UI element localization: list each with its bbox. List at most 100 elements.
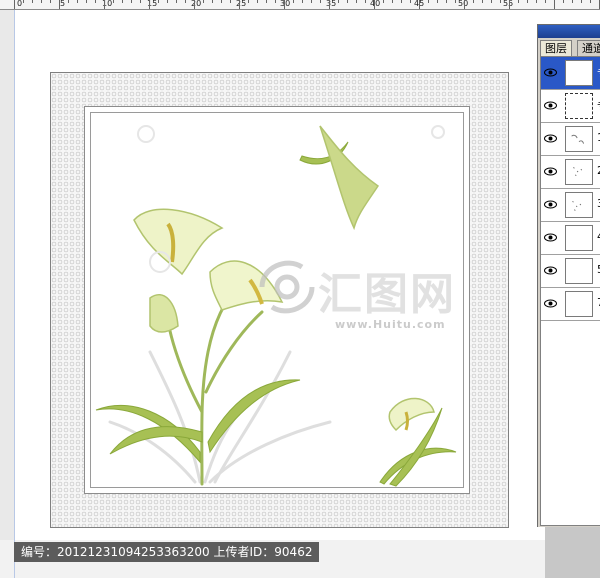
ruler-tick bbox=[563, 0, 564, 3]
ruler-tick bbox=[86, 0, 87, 3]
layer-thumbnail bbox=[565, 225, 593, 251]
visibility-eye-icon[interactable] bbox=[544, 133, 557, 144]
visibility-eye-icon[interactable] bbox=[544, 166, 557, 177]
ruler-tick bbox=[545, 0, 546, 3]
panel-title-bar[interactable] bbox=[538, 25, 600, 38]
ruler-number: 40 bbox=[370, 0, 381, 8]
ruler-number: 30 bbox=[280, 0, 291, 8]
ruler-tick bbox=[437, 0, 438, 3]
ruler-tick bbox=[572, 0, 573, 3]
ruler-tick bbox=[131, 0, 132, 3]
layer-row[interactable]: 4 bbox=[541, 222, 600, 255]
layer-thumbnail bbox=[565, 291, 593, 317]
ruler-number: 35 bbox=[326, 0, 337, 8]
layer-row[interactable]: 3 bbox=[541, 189, 600, 222]
ruler-tick bbox=[194, 0, 195, 9]
ruler-tick bbox=[347, 0, 348, 3]
ruler-tick bbox=[149, 0, 150, 9]
ruler-number: 5 bbox=[60, 0, 66, 8]
ruler-tick bbox=[527, 0, 528, 3]
ruler-tick bbox=[320, 0, 321, 3]
ruler-tick bbox=[374, 0, 375, 9]
ruler-tick bbox=[23, 0, 24, 3]
layer-thumbnail bbox=[565, 93, 593, 119]
layers-list: 专 专 1 2 3 4 5 bbox=[540, 56, 600, 526]
layer-thumbnail bbox=[565, 126, 593, 152]
ruler-number: 20 bbox=[191, 0, 202, 8]
visibility-eye-icon[interactable] bbox=[544, 265, 557, 276]
image-id-bar: 编号：20121231094253363200 上传者ID：90462 bbox=[14, 542, 320, 562]
layer-thumbnail bbox=[565, 60, 593, 86]
tab-channels[interactable]: 通道 bbox=[577, 40, 600, 56]
visibility-eye-icon[interactable] bbox=[544, 100, 557, 111]
ruler-tick bbox=[311, 0, 312, 3]
ruler-tick bbox=[356, 0, 357, 3]
ruler-tick bbox=[14, 0, 15, 9]
ruler-tick bbox=[59, 0, 60, 9]
ruler-tick bbox=[185, 0, 186, 3]
ruler-tick bbox=[248, 0, 249, 3]
layer-thumbnail bbox=[565, 192, 593, 218]
watermark-logo-icon bbox=[259, 260, 315, 314]
ruler-tick bbox=[491, 0, 492, 3]
ruler-tick bbox=[455, 0, 456, 3]
ruler-tick bbox=[401, 0, 402, 3]
layer-row[interactable]: 7 bbox=[541, 288, 600, 321]
ruler-tick bbox=[176, 0, 177, 3]
layer-row[interactable]: 专 bbox=[541, 57, 600, 90]
ruler-tick bbox=[50, 0, 51, 3]
layer-row[interactable]: 专 bbox=[541, 90, 600, 123]
ruler-tick bbox=[275, 0, 276, 3]
ruler-number: 25 bbox=[236, 0, 247, 8]
ruler-tick bbox=[293, 0, 294, 3]
ruler-tick bbox=[41, 0, 42, 3]
guide-line bbox=[14, 10, 15, 578]
ruler-tick bbox=[518, 0, 519, 3]
ruler-tick bbox=[329, 0, 330, 9]
watermark-chinese-text: 汇图网 bbox=[318, 269, 456, 320]
layer-thumbnail bbox=[565, 159, 593, 185]
ruler-tick bbox=[419, 0, 420, 9]
ruler-tick bbox=[581, 0, 582, 3]
ruler-tick bbox=[230, 0, 231, 3]
ruler-tick bbox=[140, 0, 141, 3]
ruler-tick bbox=[167, 0, 168, 3]
ruler-tick bbox=[482, 0, 483, 3]
visibility-eye-icon[interactable] bbox=[544, 232, 557, 243]
layer-row[interactable]: 1 bbox=[541, 123, 600, 156]
ruler-tick bbox=[536, 0, 537, 3]
layers-panel: 图层 通道 专 专 1 2 3 bbox=[537, 24, 600, 527]
visibility-eye-icon[interactable] bbox=[544, 298, 557, 309]
tab-layers[interactable]: 图层 bbox=[540, 40, 572, 56]
watermark-url: www.Huitu.com bbox=[335, 318, 446, 331]
ruler-tick bbox=[95, 0, 96, 3]
ruler-tick bbox=[383, 0, 384, 3]
ruler-tick bbox=[257, 0, 258, 3]
ruler-tick bbox=[32, 0, 33, 3]
ruler-tick bbox=[509, 0, 510, 9]
ruler-tick bbox=[203, 0, 204, 3]
ruler-tick bbox=[239, 0, 240, 9]
ruler-tick bbox=[284, 0, 285, 9]
ruler-tick bbox=[473, 0, 474, 3]
horizontal-ruler: 0 5 10 15 20 25 30 35 40 45 50 55 bbox=[0, 0, 600, 10]
ruler-tick bbox=[212, 0, 213, 3]
ruler-tick bbox=[500, 0, 501, 3]
ruler-tick bbox=[365, 0, 366, 3]
visibility-eye-icon[interactable] bbox=[544, 67, 557, 78]
workspace-margin-left bbox=[0, 10, 14, 578]
layer-row[interactable]: 2 bbox=[541, 156, 600, 189]
ruler-tick bbox=[122, 0, 123, 3]
layer-row[interactable]: 5 bbox=[541, 255, 600, 288]
ruler-tick bbox=[554, 0, 555, 9]
layer-thumbnail bbox=[565, 258, 593, 284]
ruler-number: 0 bbox=[17, 0, 23, 8]
ruler-tick bbox=[68, 0, 69, 3]
ruler-tick bbox=[158, 0, 159, 3]
ruler-tick bbox=[104, 0, 105, 9]
ruler-tick bbox=[392, 0, 393, 3]
ruler-tick bbox=[113, 0, 114, 3]
ruler-tick bbox=[428, 0, 429, 3]
ruler-tick bbox=[446, 0, 447, 3]
visibility-eye-icon[interactable] bbox=[544, 199, 557, 210]
